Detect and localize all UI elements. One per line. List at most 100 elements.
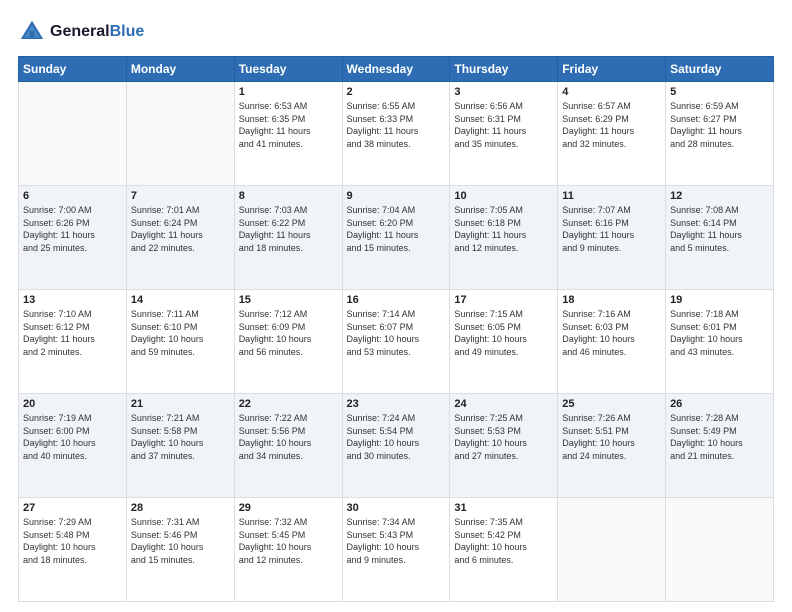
weekday-header-row: SundayMondayTuesdayWednesdayThursdayFrid…: [19, 57, 774, 82]
calendar-cell: 5 Sunrise: 6:59 AM Sunset: 6:27 PM Daylig…: [666, 82, 774, 186]
cell-content: Sunrise: 7:31 AM Sunset: 5:46 PM Dayligh…: [131, 516, 230, 566]
cell-content: Sunrise: 7:18 AM Sunset: 6:01 PM Dayligh…: [670, 308, 769, 358]
logo-icon: [18, 18, 46, 46]
calendar-cell: 25 Sunrise: 7:26 AM Sunset: 5:51 PM Dayli…: [558, 394, 666, 498]
calendar-cell: 7 Sunrise: 7:01 AM Sunset: 6:24 PM Daylig…: [126, 186, 234, 290]
weekday-header-wednesday: Wednesday: [342, 57, 450, 82]
cell-content: Sunrise: 7:32 AM Sunset: 5:45 PM Dayligh…: [239, 516, 338, 566]
day-number: 28: [131, 502, 230, 514]
calendar-cell: 19 Sunrise: 7:18 AM Sunset: 6:01 PM Dayli…: [666, 290, 774, 394]
cell-content: Sunrise: 6:59 AM Sunset: 6:27 PM Dayligh…: [670, 100, 769, 150]
day-number: 7: [131, 190, 230, 202]
cell-content: Sunrise: 7:19 AM Sunset: 6:00 PM Dayligh…: [23, 412, 122, 462]
day-number: 23: [347, 398, 446, 410]
day-number: 17: [454, 294, 553, 306]
calendar-cell: 26 Sunrise: 7:28 AM Sunset: 5:49 PM Dayli…: [666, 394, 774, 498]
cell-content: Sunrise: 7:34 AM Sunset: 5:43 PM Dayligh…: [347, 516, 446, 566]
calendar-cell: 20 Sunrise: 7:19 AM Sunset: 6:00 PM Dayli…: [19, 394, 127, 498]
day-number: 26: [670, 398, 769, 410]
day-number: 9: [347, 190, 446, 202]
calendar-cell: 4 Sunrise: 6:57 AM Sunset: 6:29 PM Daylig…: [558, 82, 666, 186]
weekday-header-thursday: Thursday: [450, 57, 558, 82]
day-number: 2: [347, 86, 446, 98]
cell-content: Sunrise: 7:14 AM Sunset: 6:07 PM Dayligh…: [347, 308, 446, 358]
day-number: 15: [239, 294, 338, 306]
calendar-cell: 13Sunrise: 7:10 AM Sunset: 6:12 PM Dayli…: [19, 290, 127, 394]
cell-content: Sunrise: 7:08 AM Sunset: 6:14 PM Dayligh…: [670, 204, 769, 254]
calendar-cell: 3 Sunrise: 6:56 AM Sunset: 6:31 PM Daylig…: [450, 82, 558, 186]
calendar-cell: 28 Sunrise: 7:31 AM Sunset: 5:46 PM Dayli…: [126, 498, 234, 602]
weekday-header-tuesday: Tuesday: [234, 57, 342, 82]
day-number: 18: [562, 294, 661, 306]
calendar-cell: 17 Sunrise: 7:15 AM Sunset: 6:05 PM Dayli…: [450, 290, 558, 394]
header: GeneralBlue: [18, 18, 774, 46]
weekday-header-friday: Friday: [558, 57, 666, 82]
day-number: 14: [131, 294, 230, 306]
calendar-cell: 2 Sunrise: 6:55 AM Sunset: 6:33 PM Daylig…: [342, 82, 450, 186]
day-number: 1: [239, 86, 338, 98]
day-number: 25: [562, 398, 661, 410]
cell-content: Sunrise: 7:16 AM Sunset: 6:03 PM Dayligh…: [562, 308, 661, 358]
cell-content: Sunrise: 6:53 AM Sunset: 6:35 PM Dayligh…: [239, 100, 338, 150]
cell-content: Sunrise: 7:21 AM Sunset: 5:58 PM Dayligh…: [131, 412, 230, 462]
cell-content: Sunrise: 6:56 AM Sunset: 6:31 PM Dayligh…: [454, 100, 553, 150]
day-number: 21: [131, 398, 230, 410]
day-number: 3: [454, 86, 553, 98]
calendar-cell: [558, 498, 666, 602]
day-number: 16: [347, 294, 446, 306]
calendar-cell: 31 Sunrise: 7:35 AM Sunset: 5:42 PM Dayli…: [450, 498, 558, 602]
calendar-table: SundayMondayTuesdayWednesdayThursdayFrid…: [18, 56, 774, 602]
cell-content: Sunrise: 7:07 AM Sunset: 6:16 PM Dayligh…: [562, 204, 661, 254]
day-number: 30: [347, 502, 446, 514]
day-number: 6: [23, 190, 122, 202]
day-number: 12: [670, 190, 769, 202]
cell-content: Sunrise: 7:12 AM Sunset: 6:09 PM Dayligh…: [239, 308, 338, 358]
calendar-cell: 24 Sunrise: 7:25 AM Sunset: 5:53 PM Dayli…: [450, 394, 558, 498]
day-number: 31: [454, 502, 553, 514]
day-number: 4: [562, 86, 661, 98]
calendar-cell: 11 Sunrise: 7:07 AM Sunset: 6:16 PM Dayli…: [558, 186, 666, 290]
day-number: 19: [670, 294, 769, 306]
week-row-0: 1 Sunrise: 6:53 AM Sunset: 6:35 PM Daylig…: [19, 82, 774, 186]
cell-content: Sunrise: 7:29 AM Sunset: 5:48 PM Dayligh…: [23, 516, 122, 566]
cell-content: Sunrise: 7:05 AM Sunset: 6:18 PM Dayligh…: [454, 204, 553, 254]
week-row-3: 20 Sunrise: 7:19 AM Sunset: 6:00 PM Dayli…: [19, 394, 774, 498]
day-number: 27: [23, 502, 122, 514]
day-number: 5: [670, 86, 769, 98]
weekday-header-saturday: Saturday: [666, 57, 774, 82]
cell-content: Sunrise: 7:28 AM Sunset: 5:49 PM Dayligh…: [670, 412, 769, 462]
calendar-cell: 22Sunrise: 7:22 AM Sunset: 5:56 PM Dayli…: [234, 394, 342, 498]
calendar-cell: 6Sunrise: 7:00 AM Sunset: 6:26 PM Daylig…: [19, 186, 127, 290]
day-number: 20: [23, 398, 122, 410]
week-row-4: 27 Sunrise: 7:29 AM Sunset: 5:48 PM Dayli…: [19, 498, 774, 602]
calendar-cell: 9 Sunrise: 7:04 AM Sunset: 6:20 PM Daylig…: [342, 186, 450, 290]
cell-content: Sunrise: 7:26 AM Sunset: 5:51 PM Dayligh…: [562, 412, 661, 462]
calendar-cell: [666, 498, 774, 602]
cell-content: Sunrise: 7:04 AM Sunset: 6:20 PM Dayligh…: [347, 204, 446, 254]
calendar-cell: [19, 82, 127, 186]
logo: GeneralBlue: [18, 18, 144, 46]
day-number: 24: [454, 398, 553, 410]
cell-content: Sunrise: 7:15 AM Sunset: 6:05 PM Dayligh…: [454, 308, 553, 358]
cell-content: Sunrise: 7:25 AM Sunset: 5:53 PM Dayligh…: [454, 412, 553, 462]
cell-content: Sunrise: 7:01 AM Sunset: 6:24 PM Dayligh…: [131, 204, 230, 254]
cell-content: Sunrise: 7:24 AM Sunset: 5:54 PM Dayligh…: [347, 412, 446, 462]
calendar-cell: 21 Sunrise: 7:21 AM Sunset: 5:58 PM Dayli…: [126, 394, 234, 498]
calendar-page: GeneralBlue SundayMondayTuesdayWednesday…: [0, 0, 792, 612]
calendar-cell: 15 Sunrise: 7:12 AM Sunset: 6:09 PM Dayli…: [234, 290, 342, 394]
calendar-cell: 16 Sunrise: 7:14 AM Sunset: 6:07 PM Dayli…: [342, 290, 450, 394]
calendar-cell: 10 Sunrise: 7:05 AM Sunset: 6:18 PM Dayli…: [450, 186, 558, 290]
cell-content: Sunrise: 7:35 AM Sunset: 5:42 PM Dayligh…: [454, 516, 553, 566]
calendar-cell: 27 Sunrise: 7:29 AM Sunset: 5:48 PM Dayli…: [19, 498, 127, 602]
cell-content: Sunrise: 6:55 AM Sunset: 6:33 PM Dayligh…: [347, 100, 446, 150]
calendar-cell: [126, 82, 234, 186]
calendar-cell: 29 Sunrise: 7:32 AM Sunset: 5:45 PM Dayli…: [234, 498, 342, 602]
cell-content: Sunrise: 6:57 AM Sunset: 6:29 PM Dayligh…: [562, 100, 661, 150]
day-number: 11: [562, 190, 661, 202]
day-number: 10: [454, 190, 553, 202]
cell-content: Sunrise: 7:03 AM Sunset: 6:22 PM Dayligh…: [239, 204, 338, 254]
day-number: 29: [239, 502, 338, 514]
day-number: 13: [23, 294, 122, 306]
cell-content: Sunrise: 7:22 AM Sunset: 5:56 PM Dayligh…: [239, 412, 338, 462]
week-row-1: 6Sunrise: 7:00 AM Sunset: 6:26 PM Daylig…: [19, 186, 774, 290]
